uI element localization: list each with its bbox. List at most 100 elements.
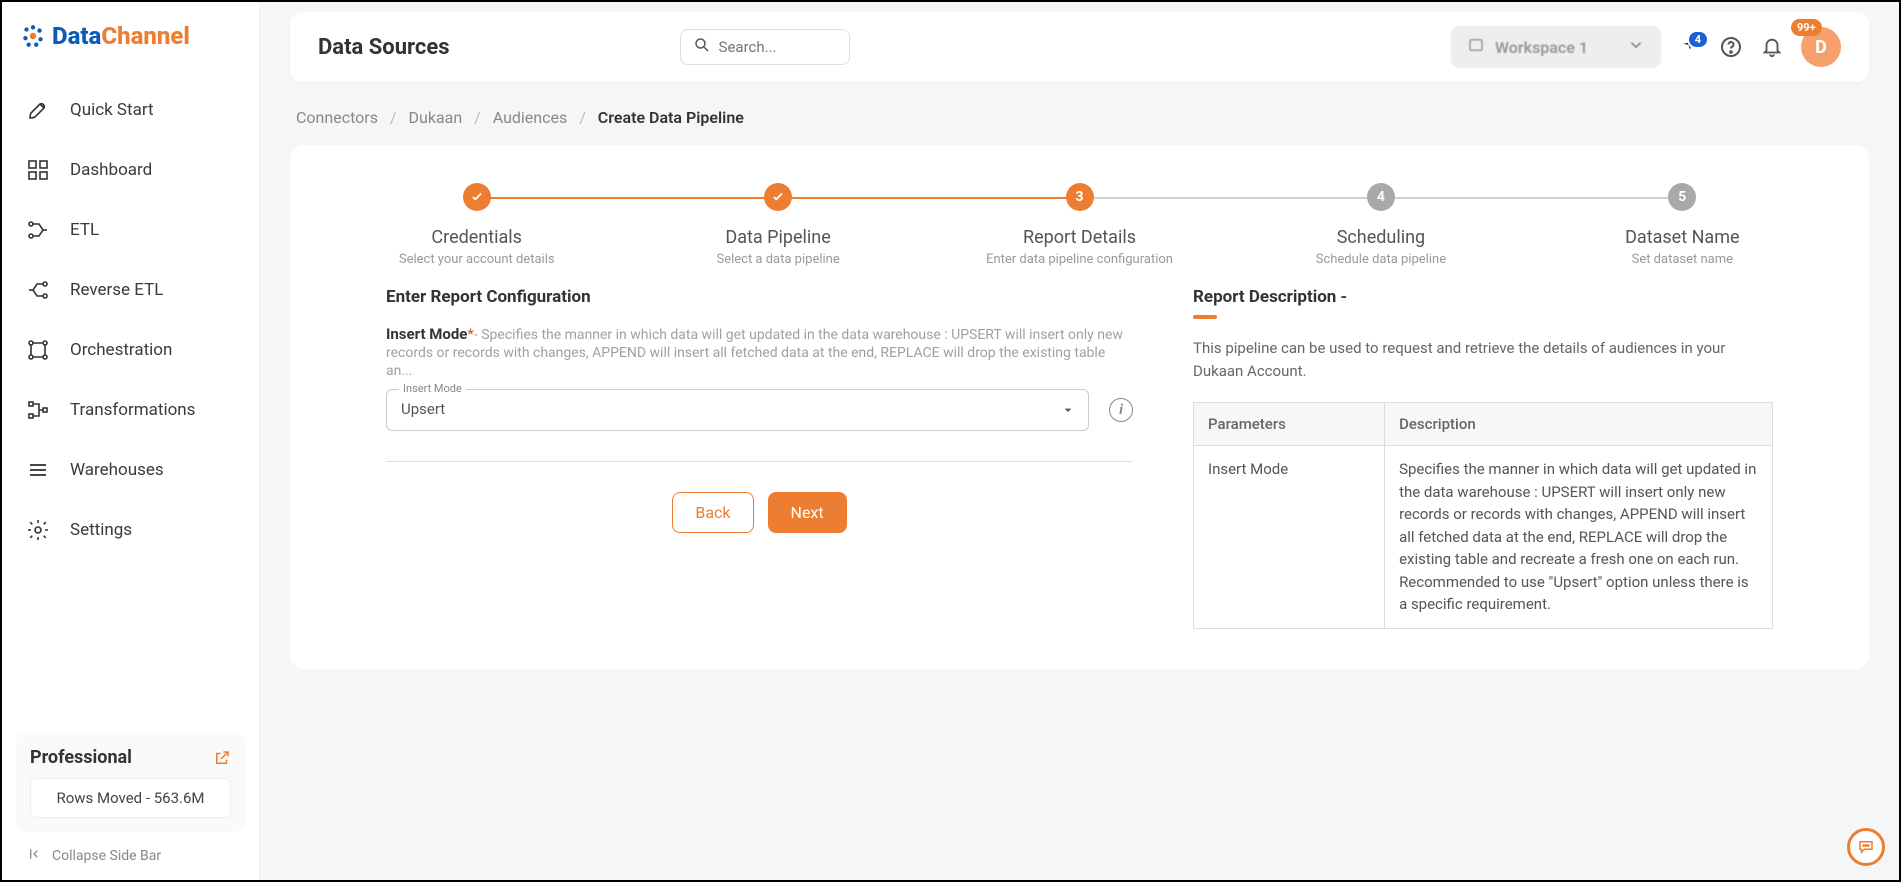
step-title: Dataset Name	[1532, 227, 1833, 248]
sparkle-badge: 4	[1687, 30, 1709, 49]
orchestration-icon	[26, 338, 50, 362]
plan-name: Professional	[30, 747, 132, 768]
report-description-panel: Report Description - This pipeline can b…	[1193, 287, 1773, 629]
report-description-text: This pipeline can be used to request and…	[1193, 337, 1773, 382]
next-button[interactable]: Next	[768, 492, 847, 533]
sidebar-item-quick-start[interactable]: Quick Start	[2, 80, 259, 140]
stepper: Credentials Select your account details …	[326, 183, 1833, 267]
sidebar-item-label: Transformations	[70, 400, 195, 420]
sidebar-item-label: Reverse ETL	[70, 280, 163, 300]
collapse-label: Collapse Side Bar	[52, 848, 161, 864]
external-link-icon[interactable]	[213, 749, 231, 767]
workspace-label: Workspace 1	[1495, 38, 1588, 57]
params-table: Parameters Description Insert Mode Speci…	[1193, 402, 1773, 629]
select-float-label: Insert Mode	[399, 382, 466, 395]
help-button[interactable]	[1719, 35, 1743, 59]
brand-second: Channel	[101, 22, 190, 50]
search-input[interactable]	[719, 38, 837, 56]
dashboard-icon	[26, 158, 50, 182]
step-report-details[interactable]: 3 Report Details Enter data pipeline con…	[929, 183, 1230, 267]
step-badge	[764, 183, 792, 211]
brand-logo[interactable]: DataChannel	[2, 2, 259, 80]
page-title: Data Sources	[318, 35, 450, 60]
sidebar-item-orchestration[interactable]: Orchestration	[2, 320, 259, 380]
report-config-heading: Enter Report Configuration	[386, 287, 1133, 307]
insert-mode-select[interactable]: Insert Mode Upsert	[386, 389, 1089, 431]
report-description-heading: Report Description -	[1193, 287, 1773, 319]
select-value: Upsert	[387, 390, 1088, 428]
breadcrumb-item[interactable]: Connectors	[296, 108, 378, 127]
step-title: Data Pipeline	[627, 227, 928, 248]
sidebar-item-label: Settings	[70, 520, 132, 540]
step-credentials[interactable]: Credentials Select your account details	[326, 183, 627, 267]
caret-down-icon	[1060, 402, 1076, 422]
cell-desc: Specifies the manner in which data will …	[1385, 446, 1773, 629]
reverse-etl-icon	[26, 278, 50, 302]
warehouse-icon	[26, 458, 50, 482]
collapse-sidebar-button[interactable]: Collapse Side Bar	[2, 832, 259, 880]
brand-first: Data	[52, 22, 101, 50]
th-description: Description	[1385, 403, 1773, 446]
breadcrumb-item[interactable]: Dukaan	[409, 108, 463, 127]
search-input-wrap[interactable]	[680, 29, 850, 65]
app-root: DataChannel Quick Start Dashboard ETL Re…	[0, 0, 1901, 882]
sidebar-item-warehouses[interactable]: Warehouses	[2, 440, 259, 500]
insert-mode-label: Insert Mode	[386, 325, 467, 343]
sidebar-item-label: Orchestration	[70, 340, 172, 360]
sidebar-item-dashboard[interactable]: Dashboard	[2, 140, 259, 200]
transform-icon	[26, 398, 50, 422]
step-badge: 4	[1367, 183, 1395, 211]
main-area: Data Sources Workspace 1 4	[260, 2, 1899, 880]
sidebar-item-label: ETL	[70, 220, 99, 240]
table-row: Insert Mode Specifies the manner in whic…	[1194, 446, 1773, 629]
rocket-icon	[26, 98, 50, 122]
step-sub: Select a data pipeline	[627, 252, 928, 267]
search-icon	[693, 36, 711, 58]
sidebar-item-settings[interactable]: Settings	[2, 500, 259, 560]
step-title: Credentials	[326, 227, 627, 248]
step-sub: Select your account details	[326, 252, 627, 267]
info-icon[interactable]: i	[1109, 398, 1133, 422]
sidebar-item-reverse-etl[interactable]: Reverse ETL	[2, 260, 259, 320]
back-button[interactable]: Back	[672, 492, 753, 533]
breadcrumb-item-current: Create Data Pipeline	[598, 108, 744, 127]
step-badge: 3	[1066, 183, 1094, 211]
cell-param: Insert Mode	[1194, 446, 1385, 629]
step-badge: 5	[1668, 183, 1696, 211]
collapse-icon	[26, 846, 42, 866]
gear-icon	[26, 518, 50, 542]
step-sub: Set dataset name	[1532, 252, 1833, 267]
sidebar-item-transformations[interactable]: Transformations	[2, 380, 259, 440]
chat-button[interactable]	[1847, 828, 1885, 866]
step-data-pipeline[interactable]: Data Pipeline Select a data pipeline	[627, 183, 928, 267]
step-sub: Enter data pipeline configuration	[929, 252, 1230, 267]
insert-mode-help: - Specifies the manner in which data wil…	[386, 327, 1123, 379]
step-scheduling[interactable]: 4 Scheduling Schedule data pipeline	[1230, 183, 1531, 267]
logo-mark-icon	[20, 23, 46, 49]
sidebar-nav: Quick Start Dashboard ETL Reverse ETL Or…	[2, 80, 259, 719]
sidebar-item-label: Dashboard	[70, 160, 152, 180]
insert-mode-label-row: Insert Mode*- Specifies the manner in wh…	[386, 325, 1133, 379]
sparkle-button[interactable]: 4	[1679, 36, 1701, 58]
rows-moved-label: Rows Moved - 563.6M	[30, 778, 231, 818]
sidebar-item-etl[interactable]: ETL	[2, 200, 259, 260]
breadcrumb: Connectors / Dukaan / Audiences / Create…	[290, 82, 1869, 145]
step-title: Report Details	[929, 227, 1230, 248]
workspace-dropdown[interactable]: Workspace 1	[1451, 26, 1661, 68]
avatar-initial: D	[1815, 37, 1827, 58]
step-dataset-name[interactable]: 5 Dataset Name Set dataset name	[1532, 183, 1833, 267]
topbar: Data Sources Workspace 1 4	[290, 12, 1869, 82]
sidebar-item-label: Quick Start	[70, 100, 154, 120]
etl-icon	[26, 218, 50, 242]
step-title: Scheduling	[1230, 227, 1531, 248]
plan-box: Professional Rows Moved - 563.6M	[16, 733, 245, 832]
breadcrumb-sep: /	[390, 108, 397, 127]
sidebar-item-label: Warehouses	[70, 460, 164, 480]
chevron-down-icon	[1627, 36, 1645, 58]
breadcrumb-sep: /	[474, 108, 481, 127]
content-card: Credentials Select your account details …	[290, 145, 1869, 669]
breadcrumb-item[interactable]: Audiences	[493, 108, 568, 127]
step-sub: Schedule data pipeline	[1230, 252, 1531, 267]
notifications-button[interactable]	[1761, 36, 1783, 58]
divider	[386, 461, 1133, 462]
